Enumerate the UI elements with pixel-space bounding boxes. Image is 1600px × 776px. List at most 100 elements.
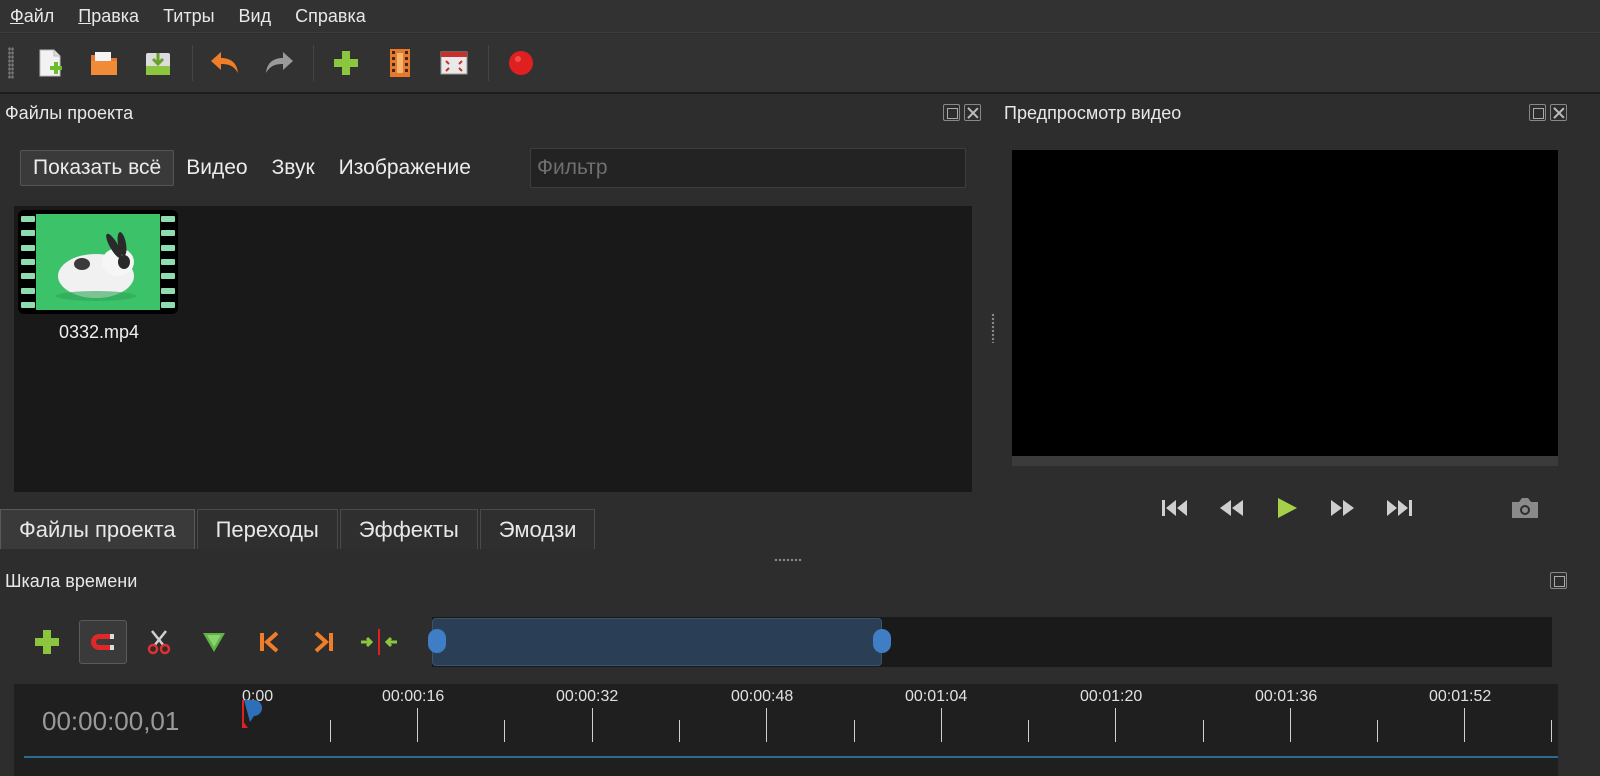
next-marker-button[interactable]: [301, 620, 347, 664]
float-icon[interactable]: [1529, 104, 1546, 121]
jump-end-button[interactable]: [1384, 493, 1414, 523]
tab-project-files[interactable]: Файлы проекта: [0, 509, 195, 549]
tab-effects[interactable]: Эффекты: [339, 509, 478, 549]
ruler-tick: [1464, 708, 1465, 742]
menu-help[interactable]: Справка: [295, 6, 366, 27]
snap-toggle-button[interactable]: [79, 620, 127, 664]
ruler-tick: [766, 708, 767, 742]
play-button[interactable]: [1272, 493, 1302, 523]
center-playhead-button[interactable]: [356, 620, 402, 664]
menu-titles[interactable]: Титры: [163, 6, 214, 27]
ruler-tick: [679, 720, 680, 742]
menu-file[interactable]: Файл: [10, 6, 54, 27]
video-preview-title: Предпросмотр видео: [1004, 103, 1182, 123]
toolbar-separator: [313, 45, 314, 81]
zoom-right-handle[interactable]: [873, 629, 891, 653]
fast-forward-button[interactable]: [1328, 493, 1358, 523]
float-icon[interactable]: [943, 104, 960, 121]
import-files-button[interactable]: [324, 41, 368, 85]
vertical-splitter[interactable]: [991, 313, 995, 343]
timeline-zoom-scrollbar[interactable]: [428, 617, 1552, 667]
ruler-tick: [854, 720, 855, 742]
next-marker-icon: [314, 631, 333, 653]
undo-button[interactable]: [203, 41, 247, 85]
fullscreen-button[interactable]: [432, 41, 476, 85]
previous-marker-icon: [260, 631, 279, 653]
zoom-selection[interactable]: [432, 618, 882, 666]
main-toolbar: [0, 34, 1600, 94]
file-item[interactable]: 0332.mp4: [14, 206, 184, 346]
profile-icon: [390, 49, 410, 77]
rewind-button[interactable]: [1216, 493, 1246, 523]
ruler-tick: [1028, 720, 1029, 742]
tick-label: 00:01:52: [1429, 688, 1492, 705]
open-project-button[interactable]: [82, 41, 126, 85]
file-name: 0332.mp4: [58, 322, 140, 342]
preview-dock-buttons: [1529, 104, 1567, 121]
close-icon[interactable]: [964, 104, 981, 121]
dock-tabs: Файлы проекта Переходы Эффекты Эмодзи: [0, 509, 597, 549]
video-thumbnail-image: [36, 214, 160, 310]
menu-bar: Файл Правка Титры Вид Справка: [0, 0, 1600, 33]
filter-input[interactable]: [530, 148, 966, 188]
file-filter-row: Показать всё Видео Звук Изображение: [20, 148, 483, 188]
add-track-button[interactable]: [24, 620, 70, 664]
ruler-tick: [1115, 708, 1116, 742]
tab-transitions[interactable]: Переходы: [196, 509, 338, 549]
jump-start-icon: [1162, 500, 1187, 516]
menu-view[interactable]: Вид: [239, 6, 272, 27]
menu-edit[interactable]: Правка: [78, 6, 139, 27]
jump-start-button[interactable]: [1160, 493, 1190, 523]
ruler-tick: [330, 720, 331, 742]
close-icon[interactable]: [1550, 104, 1567, 121]
ruler-tick: [417, 708, 418, 742]
current-timecode: 00:00:00,01: [42, 706, 180, 736]
filter-video-button[interactable]: Видео: [174, 150, 259, 186]
add-track-icon: [35, 630, 59, 654]
filter-show-all-button[interactable]: Показать всё: [20, 150, 175, 186]
razor-button[interactable]: [136, 620, 182, 664]
timeline-dock-buttons: [1550, 572, 1567, 589]
toolbar-grip[interactable]: [8, 47, 14, 79]
project-files-dock-buttons: [943, 104, 981, 121]
export-video-icon: [509, 51, 533, 75]
filter-audio-button[interactable]: Звук: [260, 150, 327, 186]
snapshot-button[interactable]: [1510, 496, 1542, 522]
ruler-tick: [1290, 708, 1291, 742]
project-files-title: Файлы проекта: [5, 103, 134, 123]
video-preview-screen: [1012, 150, 1558, 456]
timeline-ruler[interactable]: 00:00:00,01 0:00 00:00:16 00:00:32 00:00…: [14, 684, 1558, 776]
zoom-left-handle[interactable]: [428, 629, 446, 653]
files-list: 0332.mp4: [14, 206, 972, 492]
playhead-icon[interactable]: [242, 698, 262, 728]
save-project-button[interactable]: [136, 41, 180, 85]
preview-bottom-bar: [1012, 456, 1558, 466]
playback-controls: [1160, 493, 1414, 523]
ruler-tick: [504, 720, 505, 742]
jump-end-icon: [1387, 500, 1412, 516]
track-top-border: [24, 756, 1558, 758]
export-video-button[interactable]: [499, 41, 543, 85]
fast-forward-icon: [1331, 500, 1354, 516]
tick-label: 00:00:48: [731, 688, 794, 705]
float-icon[interactable]: [1550, 572, 1567, 589]
film-strip-icon: [20, 216, 36, 308]
add-marker-button[interactable]: [191, 620, 237, 664]
ruler-tick: [592, 708, 593, 742]
tab-emoji[interactable]: Эмодзи: [479, 509, 596, 549]
camera-icon: [1512, 498, 1538, 518]
snap-magnet-icon: [91, 634, 114, 650]
filter-image-button[interactable]: Изображение: [327, 150, 483, 186]
save-project-icon: [146, 53, 170, 75]
horizontal-splitter[interactable]: [774, 558, 802, 562]
tick-label: 00:00:16: [382, 688, 445, 705]
new-project-button[interactable]: [28, 41, 72, 85]
tick-label: 00:00:32: [556, 688, 619, 705]
center-playhead-icon: [361, 629, 397, 655]
add-marker-icon: [203, 633, 225, 652]
redo-button[interactable]: [257, 41, 301, 85]
profile-button[interactable]: [378, 41, 422, 85]
previous-marker-button[interactable]: [246, 620, 292, 664]
ruler-tick: [1377, 720, 1378, 742]
toolbar-separator: [488, 45, 489, 81]
